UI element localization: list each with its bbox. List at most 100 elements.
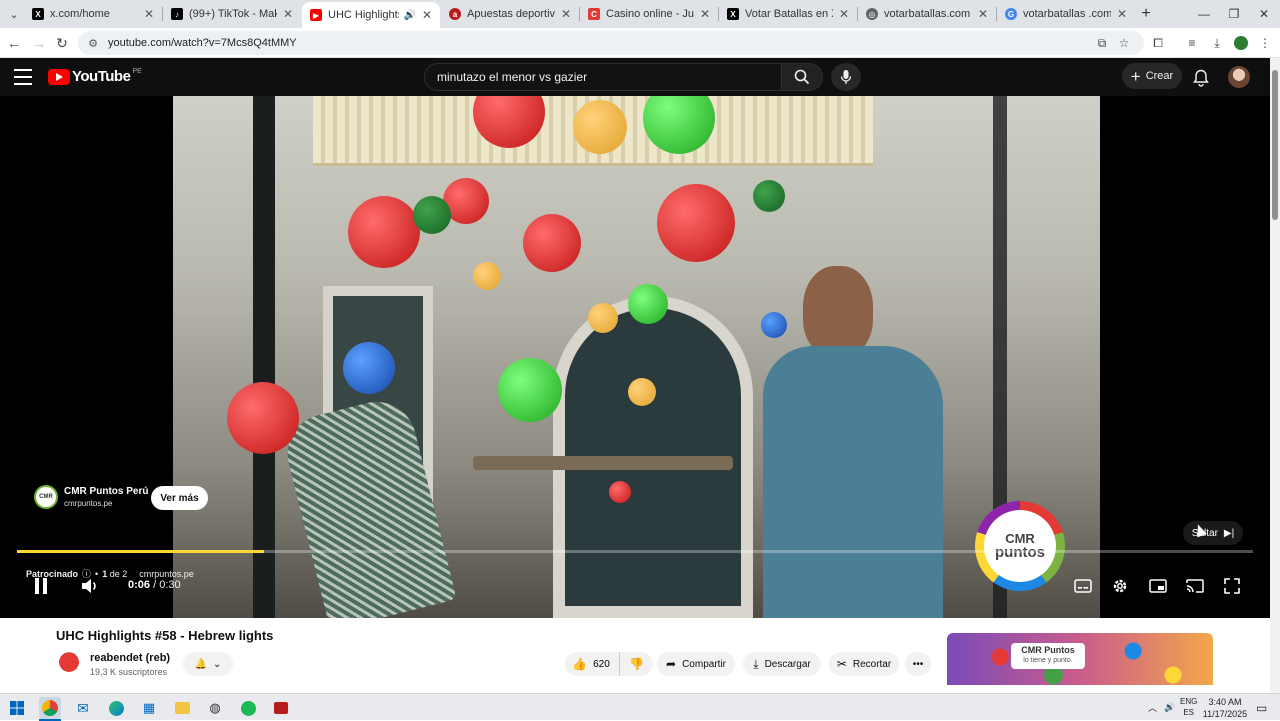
subscriber-count: 19,3 K suscriptores xyxy=(90,667,168,677)
subscription-bell-button[interactable]: 🔔 ⌄ xyxy=(183,652,233,676)
ad-advertiser-chip[interactable]: CMR CMR Puntos Perú cmrpuntos.pe xyxy=(34,485,148,509)
share-icon: ➦ xyxy=(666,657,677,671)
app2-taskbar-icon[interactable] xyxy=(270,697,292,719)
volume-icon xyxy=(82,579,96,593)
system-clock[interactable]: 3:40 AM 11/17/2025 xyxy=(1196,696,1254,720)
profile-icon[interactable] xyxy=(1231,33,1251,53)
tab-x-home[interactable]: X x.com/home ✕ xyxy=(24,2,162,26)
spotify-taskbar-icon[interactable] xyxy=(237,697,259,719)
notifications-bell-icon[interactable] xyxy=(1190,67,1212,89)
reload-button[interactable]: ↻ xyxy=(52,33,72,53)
close-tab-icon[interactable]: ✕ xyxy=(1117,7,1127,21)
skip-ad-button[interactable]: Saltar ▶| xyxy=(1183,521,1243,545)
browser-toolbar: ← → ↻ ⚙ youtube.com/watch?v=7Mcs8Q4tMMY … xyxy=(0,28,1280,58)
account-avatar[interactable] xyxy=(1228,66,1250,88)
hamburger-menu-icon[interactable] xyxy=(14,69,32,85)
gear-icon xyxy=(1113,579,1127,593)
tab-search-icon[interactable]: ⌄ xyxy=(4,4,24,24)
cast-icon xyxy=(1186,579,1204,593)
video-player[interactable]: CMR CMR Puntos Perú cmrpuntos.pe Ver más… xyxy=(0,96,1270,618)
install-app-icon[interactable]: ⧉ xyxy=(1092,33,1112,53)
search-button[interactable] xyxy=(781,63,823,91)
windows-start-icon[interactable] xyxy=(6,697,28,719)
download-button[interactable]: ⤓ Descargar xyxy=(743,652,821,676)
miniplayer-button[interactable] xyxy=(1145,574,1171,598)
address-bar[interactable]: ⚙ youtube.com/watch?v=7Mcs8Q4tMMY xyxy=(78,31,1144,55)
app-taskbar-icon[interactable]: ◍ xyxy=(204,697,226,719)
more-actions-button[interactable]: ••• xyxy=(905,652,931,676)
tab-apuestas[interactable]: a Apuestas deportivas | Apuestas ✕ xyxy=(441,2,579,26)
subtitles-button[interactable] xyxy=(1070,574,1096,598)
downloads-icon[interactable]: ⤓ xyxy=(1207,33,1227,53)
betting-logo-icon: a xyxy=(449,8,461,20)
search-input[interactable]: minutazo el menor vs gazier xyxy=(424,63,782,91)
chrome-menu-icon[interactable]: ⋮ xyxy=(1255,33,1275,53)
close-tab-icon[interactable]: ✕ xyxy=(700,7,710,21)
tray-overflow-icon[interactable]: ︿ xyxy=(1148,694,1157,721)
share-button[interactable]: ➦ Compartir xyxy=(657,652,735,676)
audio-playing-icon[interactable]: 🔊 xyxy=(403,10,415,21)
tab-tiktok[interactable]: ♪ (99+) TikTok - Make Your Day ✕ xyxy=(163,2,301,26)
chrome-taskbar-icon[interactable] xyxy=(39,697,61,721)
close-window-button[interactable]: ✕ xyxy=(1246,0,1280,28)
voice-search-button[interactable] xyxy=(831,63,861,91)
edge-taskbar-icon[interactable] xyxy=(105,697,127,719)
youtube-logo[interactable]: YouTube PE xyxy=(48,68,142,85)
tab-google-search[interactable]: G votarbatallas .com - Buscar ✕ xyxy=(997,2,1135,26)
ver-mas-button[interactable]: Ver más xyxy=(151,486,208,510)
globe-icon: ◎ xyxy=(866,8,878,20)
close-tab-icon[interactable]: ✕ xyxy=(422,8,432,22)
close-tab-icon[interactable]: ✕ xyxy=(839,7,849,21)
volume-tray-icon[interactable]: 🔊 xyxy=(1164,694,1175,721)
side-ad-banner[interactable]: CMR Puntos lo tiene y punto. xyxy=(947,633,1213,693)
side-ad-badge: CMR Puntos lo tiene y punto. xyxy=(1011,643,1085,669)
close-tab-icon[interactable]: ✕ xyxy=(283,7,293,21)
mail-taskbar-icon[interactable]: ✉ xyxy=(72,697,94,719)
pause-button[interactable] xyxy=(28,574,54,598)
plus-icon: + xyxy=(1130,66,1141,86)
like-dislike-group: 👍 620 👎 xyxy=(565,652,653,676)
scrollbar-thumb[interactable] xyxy=(1272,70,1278,220)
close-tab-icon[interactable]: ✕ xyxy=(978,7,988,21)
url-text[interactable]: youtube.com/watch?v=7Mcs8Q4tMMY xyxy=(108,37,297,49)
store-taskbar-icon[interactable]: ▦ xyxy=(138,697,160,719)
page-scrollbar[interactable] xyxy=(1270,58,1280,693)
more-horizontal-icon: ••• xyxy=(912,658,924,670)
notifications-icon[interactable]: ▭ xyxy=(1256,694,1267,721)
skip-next-icon: ▶| xyxy=(1223,527,1235,539)
file-explorer-taskbar-icon[interactable] xyxy=(171,697,193,719)
youtube-logo-icon: ▶ xyxy=(310,9,322,21)
tab-votar-batallas-x[interactable]: X Votar Batallas en X: "¡Ha llegado ✕ xyxy=(719,2,857,26)
youtube-play-icon xyxy=(48,68,70,85)
channel-avatar[interactable] xyxy=(58,650,80,672)
extensions-icon[interactable]: ⧠ xyxy=(1148,33,1168,53)
forward-button[interactable]: → xyxy=(29,33,49,53)
close-tab-icon[interactable]: ✕ xyxy=(144,7,154,21)
cast-button[interactable] xyxy=(1182,574,1208,598)
media-controls-icon[interactable]: ≡ xyxy=(1182,33,1202,53)
fullscreen-icon xyxy=(1224,578,1240,594)
bookmark-star-icon[interactable]: ☆ xyxy=(1114,33,1134,53)
x-logo-icon: X xyxy=(727,8,739,20)
create-button[interactable]: + Crear xyxy=(1122,63,1182,89)
channel-name[interactable]: reabendet (reb) xyxy=(90,652,170,664)
close-tab-icon[interactable]: ✕ xyxy=(561,7,571,21)
tab-votarbatallas[interactable]: ◎ votarbatallas.com ✕ xyxy=(858,2,996,26)
volume-button[interactable] xyxy=(77,574,103,598)
microphone-icon xyxy=(840,70,852,84)
site-info-icon[interactable]: ⚙ xyxy=(86,36,100,50)
settings-button[interactable] xyxy=(1107,574,1133,598)
chevron-down-icon: ⌄ xyxy=(213,658,222,670)
tab-casino[interactable]: C Casino online - Juegos de casino ✕ xyxy=(580,2,718,26)
clip-button[interactable]: ✂ Recortar xyxy=(829,652,899,676)
language-indicator[interactable]: ENG ES xyxy=(1180,696,1197,718)
ad-progress-bar[interactable] xyxy=(17,550,1253,553)
back-button[interactable]: ← xyxy=(4,33,24,53)
new-tab-button[interactable]: + xyxy=(1136,4,1156,24)
dislike-button[interactable]: 👎 xyxy=(619,652,653,676)
like-button[interactable]: 👍 620 xyxy=(565,652,617,676)
ad-video-frame xyxy=(173,96,1100,618)
ad-progress-fill xyxy=(17,550,265,553)
tab-youtube-active[interactable]: ▶ UHC Highlights #58 - Hebrew lights 🔊 ✕ xyxy=(302,2,440,28)
fullscreen-button[interactable] xyxy=(1219,574,1245,598)
